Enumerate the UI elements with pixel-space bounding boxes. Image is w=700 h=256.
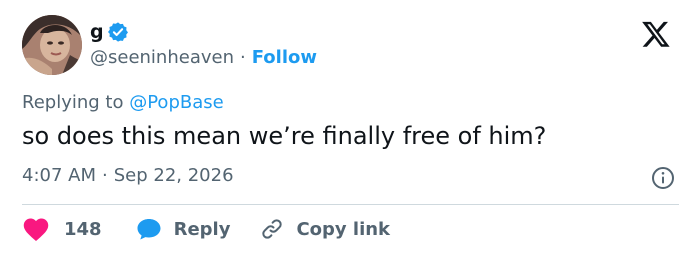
tweet-date: Sep 22, 2026 <box>113 165 234 186</box>
copy-link-button[interactable]: Copy link <box>260 217 390 241</box>
info-icon[interactable] <box>651 166 675 190</box>
display-name[interactable]: g <box>90 21 104 43</box>
x-logo-icon[interactable] <box>641 19 671 49</box>
tweet-timestamp[interactable]: 4:07 AM · Sep 22, 2026 <box>22 165 234 186</box>
tweet-text: so does this mean we’re finally free of … <box>22 122 547 150</box>
follow-button[interactable]: Follow <box>252 47 317 68</box>
replying-to-mention[interactable]: @PopBase <box>129 92 223 113</box>
divider <box>22 204 679 205</box>
tweet-time: 4:07 AM <box>22 165 96 186</box>
separator-dot: · <box>240 47 246 68</box>
author-name-row: g <box>90 19 129 45</box>
reply-button[interactable]: Reply <box>136 217 231 241</box>
heart-icon <box>22 216 50 242</box>
action-bar: 148 Reply Copy link <box>22 214 390 244</box>
handle-row: @seeninheaven · Follow <box>90 47 317 68</box>
reply-label: Reply <box>173 218 231 240</box>
separator-dot: · <box>102 165 108 186</box>
tweet-embed-card: g @seeninheaven · Follow Replying to @Po… <box>0 0 700 256</box>
copy-link-label: Copy link <box>296 218 391 240</box>
verified-badge-icon <box>107 21 129 43</box>
replying-to-prefix: Replying to <box>22 92 124 113</box>
reply-bubble-icon <box>136 217 162 241</box>
handle[interactable]: @seeninheaven <box>90 47 234 68</box>
likes-count: 148 <box>64 218 102 240</box>
like-button[interactable]: 148 <box>22 216 102 242</box>
replying-to: Replying to @PopBase <box>22 92 224 113</box>
link-icon <box>260 217 284 241</box>
avatar[interactable] <box>22 15 82 75</box>
